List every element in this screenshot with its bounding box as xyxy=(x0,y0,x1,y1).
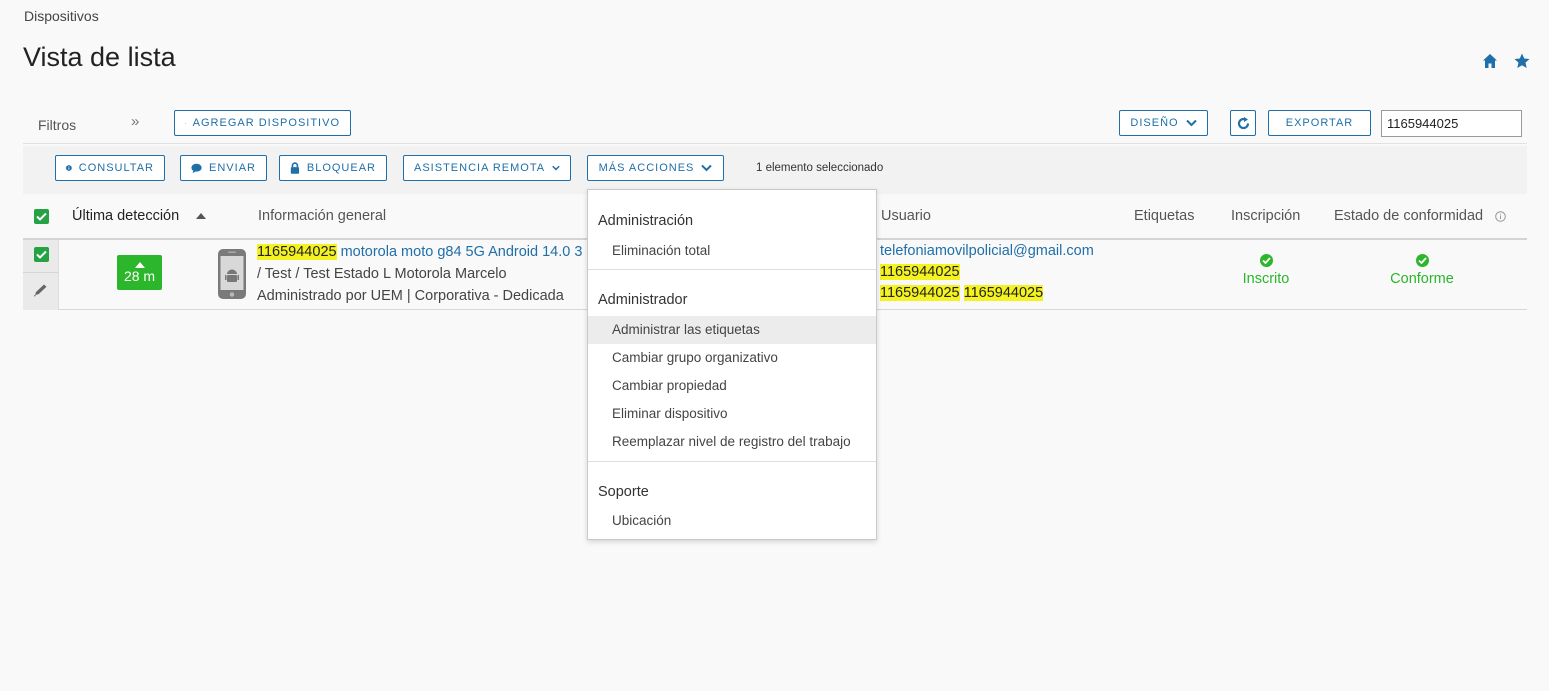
layout-label: DISEÑO xyxy=(1130,117,1179,129)
sort-asc-icon[interactable] xyxy=(196,213,206,219)
menu-item-full-wipe[interactable]: Eliminación total xyxy=(588,237,876,265)
refresh-button[interactable] xyxy=(1230,110,1256,136)
device-id-link[interactable]: 1165944025 xyxy=(257,244,337,260)
user-info: telefoniamovilpolicial@gmail.com 1165944… xyxy=(880,241,1094,304)
send-button[interactable]: ENVIAR xyxy=(180,155,267,181)
compliance-status: Conforme xyxy=(1382,254,1462,287)
menu-item-change-ownership[interactable]: Cambiar propiedad xyxy=(588,372,876,400)
more-actions-button[interactable]: MÁS ACCIONES xyxy=(587,155,724,181)
plus-circle-icon xyxy=(185,122,186,124)
export-label: EXPORTAR xyxy=(1285,117,1354,129)
user-phone-b: 1165944025 xyxy=(963,285,1044,301)
filters-label[interactable]: Filtros xyxy=(38,117,76,133)
column-tags[interactable]: Etiquetas xyxy=(1134,208,1194,224)
layout-button[interactable]: DISEÑO xyxy=(1119,110,1208,136)
home-icon[interactable] xyxy=(1481,52,1499,70)
select-all-checkbox[interactable] xyxy=(34,209,49,224)
more-actions-menu: Administración Eliminación total Adminis… xyxy=(587,189,877,540)
user-email-link[interactable]: telefoniamovilpolicial@gmail.com xyxy=(880,241,1094,262)
column-user[interactable]: Usuario xyxy=(881,208,931,224)
menu-item-override-log-level[interactable]: Reemplazar nivel de registro del trabajo xyxy=(588,428,876,456)
chevron-down-icon xyxy=(552,165,560,171)
send-label: ENVIAR xyxy=(209,162,256,174)
remote-assist-label: ASISTENCIA REMOTA xyxy=(414,162,546,174)
column-enrollment[interactable]: Inscripción xyxy=(1231,208,1300,224)
last-seen-badge: 28 m xyxy=(117,255,162,290)
enrollment-label: Inscrito xyxy=(1242,271,1290,287)
check-circle-icon xyxy=(1259,254,1273,267)
remote-assist-button[interactable]: ASISTENCIA REMOTA xyxy=(403,155,571,181)
chevron-down-icon xyxy=(701,164,713,172)
actions-toolbar: CONSULTAR ENVIAR BLOQUEAR ASISTENCIA REM… xyxy=(23,146,1527,194)
column-general-info[interactable]: Información general xyxy=(258,208,386,224)
column-last-seen[interactable]: Última detección xyxy=(72,208,179,224)
page-title: Vista de lista xyxy=(23,42,176,72)
breadcrumb[interactable]: Dispositivos xyxy=(24,8,99,24)
lock-label: BLOQUEAR xyxy=(306,162,376,174)
info-icon xyxy=(66,165,72,171)
consult-label: CONSULTAR xyxy=(78,162,154,174)
export-button[interactable]: EXPORTAR xyxy=(1268,110,1371,136)
check-icon xyxy=(36,250,47,259)
user-phone-a: 1165944025 xyxy=(880,285,960,301)
menu-header-administration: Administración xyxy=(598,213,694,229)
chevron-down-icon xyxy=(1185,119,1197,127)
row-checkbox[interactable] xyxy=(34,247,49,262)
menu-item-delete-device[interactable]: Eliminar dispositivo xyxy=(588,400,876,428)
add-device-label: AGREGAR DISPOSITIVO xyxy=(192,117,340,129)
menu-header-admin: Administrador xyxy=(598,292,688,308)
search-input[interactable] xyxy=(1381,110,1522,137)
lock-button[interactable]: BLOQUEAR xyxy=(279,155,387,181)
add-device-button[interactable]: AGREGAR DISPOSITIVO xyxy=(174,110,351,136)
device-path: / Test / Test Estado L Motorola Marcelo xyxy=(257,266,507,282)
header-icons xyxy=(1481,52,1531,70)
compliance-label: Conforme xyxy=(1390,271,1454,287)
more-actions-label: MÁS ACCIONES xyxy=(598,162,695,174)
menu-header-support: Soporte xyxy=(598,484,649,500)
consult-button[interactable]: CONSULTAR xyxy=(55,155,165,181)
row-controls xyxy=(23,240,59,310)
pencil-icon[interactable] xyxy=(33,283,49,297)
menu-item-manage-tags[interactable]: Administrar las etiquetas xyxy=(588,316,876,344)
menu-item-change-org-group[interactable]: Cambiar grupo organizativo xyxy=(588,344,876,372)
lock-icon xyxy=(290,162,300,174)
star-icon[interactable] xyxy=(1513,52,1531,70)
device-management: Administrado por UEM | Corporativa - Ded… xyxy=(257,288,564,304)
check-icon xyxy=(36,212,47,221)
enrollment-status: Inscrito xyxy=(1231,254,1301,287)
refresh-icon xyxy=(1237,116,1249,129)
filters-expand-icon[interactable]: » xyxy=(131,113,139,130)
last-seen-value: 28 m xyxy=(123,267,156,284)
device-info: 1165944025 motorola moto g84 5G Android … xyxy=(257,241,582,307)
user-phone: 1165944025 xyxy=(880,264,960,280)
column-compliance[interactable]: Estado de conformidad xyxy=(1334,208,1483,224)
android-phone-icon xyxy=(218,249,246,299)
info-outline-icon[interactable] xyxy=(1495,211,1506,222)
menu-item-location[interactable]: Ubicación xyxy=(588,507,876,535)
selection-count: 1 elemento seleccionado xyxy=(756,162,884,174)
check-circle-icon xyxy=(1415,254,1429,267)
chat-bubble-icon xyxy=(191,163,202,173)
device-name-link[interactable]: motorola moto g84 5G Android 14.0 3 xyxy=(337,244,583,260)
top-toolbar: Filtros » AGREGAR DISPOSITIVO DISEÑO EXP… xyxy=(23,104,1527,144)
